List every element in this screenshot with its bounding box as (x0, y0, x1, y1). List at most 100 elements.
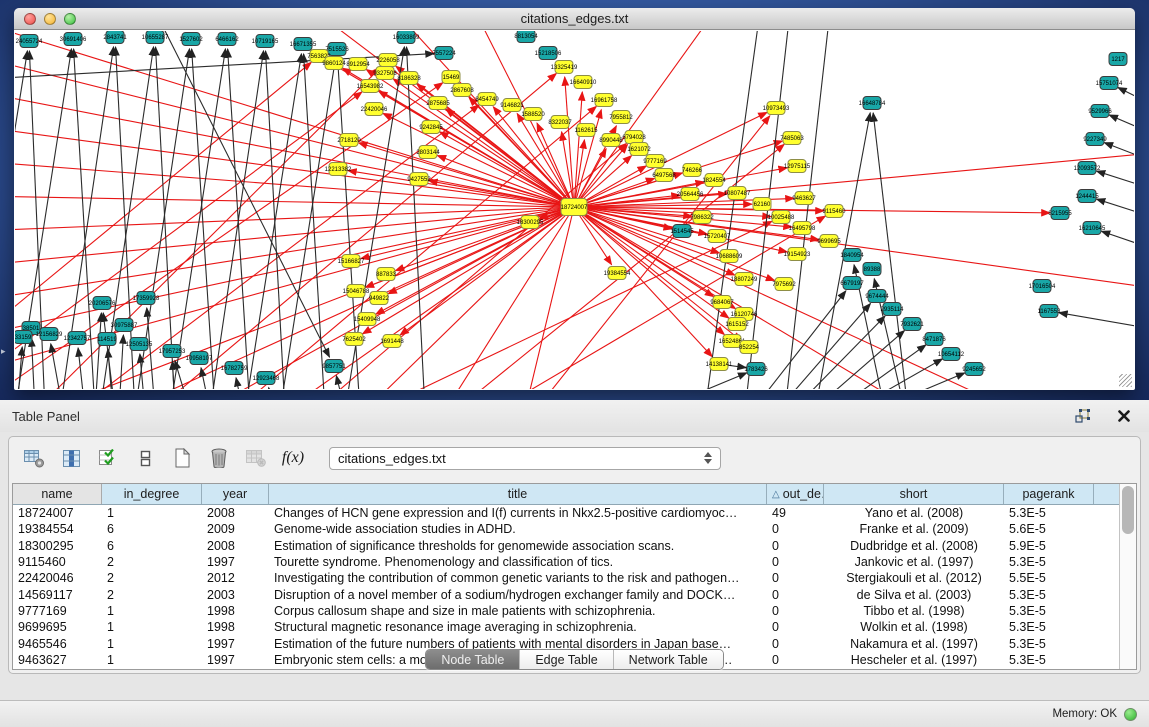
graph-node[interactable]: 2867608 (450, 84, 474, 97)
graph-edge[interactable] (1118, 87, 1134, 111)
graph-node[interactable]: 8912954 (346, 58, 370, 71)
network-canvas[interactable]: 2405572430691406284374110655287152760264… (15, 31, 1134, 389)
close-panel-button[interactable] (1111, 403, 1137, 429)
graph-node[interactable]: 9463627 (792, 192, 816, 205)
graph-node[interactable]: 949822 (369, 292, 390, 305)
graph-edge[interactable] (1101, 231, 1134, 253)
graph-node[interactable]: 16033809 (393, 31, 420, 44)
graph-node[interactable]: 10025488 (768, 211, 795, 224)
graph-node[interactable]: 12156829 (36, 328, 63, 341)
window-titlebar[interactable]: citations_edges.txt (14, 8, 1135, 30)
graph-node[interactable]: 114519 (97, 333, 117, 346)
graph-node[interactable]: 17016504 (1029, 280, 1056, 293)
graph-edge[interactable] (1097, 171, 1134, 193)
graph-node[interactable]: 10958107 (186, 352, 213, 365)
scrollbar-thumb[interactable] (1122, 486, 1134, 534)
graph-node[interactable]: 9777169 (643, 155, 667, 168)
graph-node[interactable]: 12213382 (325, 163, 352, 176)
graph-node[interactable]: 20206576 (89, 297, 116, 310)
graph-edge[interactable] (365, 207, 574, 389)
table-row[interactable]: 969969511998Structural magnetic resonanc… (13, 619, 1119, 635)
graph-edge[interactable] (15, 196, 574, 207)
graph-edge[interactable] (1109, 115, 1134, 139)
graph-node[interactable]: 1615152 (725, 318, 749, 331)
table-row[interactable]: 2242004622012Investigating the contribut… (13, 570, 1119, 586)
graph-node[interactable]: 30691406 (60, 33, 87, 46)
graph-node[interactable]: 9146821 (500, 99, 524, 112)
network-view-window[interactable]: citations_edges.txt 24055724306914062843… (14, 8, 1135, 390)
select-columns-button[interactable] (95, 445, 121, 471)
graph-node[interactable]: 15720407 (704, 230, 731, 243)
float-panel-button[interactable] (1069, 403, 1095, 429)
graph-node[interactable]: 2718120 (337, 134, 361, 147)
graph-node[interactable]: 1840954 (840, 249, 864, 262)
graph-edge[interactable] (245, 54, 301, 389)
graph-edge[interactable] (280, 59, 335, 389)
graph-node[interactable]: 15218506 (535, 47, 562, 60)
graph-node[interactable]: 16640910 (570, 76, 597, 89)
graph-node[interactable]: 2226058 (376, 54, 400, 67)
graph-node[interactable]: 13325419 (551, 61, 578, 74)
graph-node[interactable]: 8990448 (599, 134, 623, 147)
graph-edge[interactable] (172, 361, 175, 389)
graph-node[interactable]: 1217 (1109, 53, 1127, 66)
graph-node[interactable]: 2843741 (103, 31, 127, 44)
graph-edge[interactable] (78, 348, 85, 389)
graph-node[interactable]: 1167553 (1038, 305, 1062, 318)
graph-node[interactable]: 1783426 (744, 363, 768, 376)
table-row[interactable]: 1872400712008Changes of HCN gene express… (13, 505, 1119, 521)
graph-node[interactable]: 12975115 (784, 160, 811, 173)
graph-node[interactable]: 6497568 (652, 169, 676, 182)
graph-node[interactable]: 17359928 (133, 292, 160, 305)
graph-edge[interactable] (15, 161, 574, 207)
new-column-button[interactable] (169, 445, 195, 471)
stacked-cells-button[interactable] (132, 445, 158, 471)
graph-node[interactable]: 8813054 (514, 31, 538, 43)
graph-edge[interactable] (445, 207, 574, 389)
graph-edge[interactable] (235, 106, 596, 389)
close-button[interactable] (24, 13, 36, 25)
graph-node[interactable]: 1162615 (575, 124, 599, 137)
graph-node[interactable]: 1588520 (521, 108, 545, 121)
resize-grip[interactable] (1119, 374, 1132, 387)
delete-column-button[interactable] (206, 445, 232, 471)
tab-node-table[interactable]: Node Table (426, 650, 519, 669)
graph-node[interactable]: 33159 (15, 331, 32, 344)
graph-node[interactable]: 2875685 (426, 97, 450, 110)
graph-node[interactable]: 7485063 (780, 132, 804, 145)
graph-node[interactable]: 7625402 (342, 333, 366, 346)
graph-node[interactable]: 89388 (863, 263, 881, 276)
graph-edge[interactable] (1097, 199, 1134, 221)
graph-node[interactable]: 16961758 (591, 94, 618, 107)
column-header-out_degree[interactable]: △out_de… (767, 484, 824, 504)
table-row[interactable]: 1938455462009Genome-wide association stu… (13, 521, 1119, 537)
graph-node[interactable]: 6466162 (215, 33, 239, 46)
table-selector-dropdown[interactable]: citations_edges.txt (329, 447, 721, 470)
zoom-button[interactable] (64, 13, 76, 25)
graph-edge[interactable] (812, 331, 904, 389)
column-header-pagerank[interactable]: pagerank (1004, 484, 1094, 504)
graph-edge[interactable] (315, 144, 626, 389)
graph-edge[interactable] (31, 338, 35, 389)
graph-node[interactable]: 9529966 (1088, 105, 1112, 118)
graph-node[interactable]: 10688609 (716, 250, 743, 263)
graph-node[interactable]: 7932621 (900, 318, 924, 331)
graph-node[interactable]: 8454749 (475, 93, 499, 106)
graph-node[interactable]: 19384554 (604, 267, 631, 280)
table-row[interactable]: 977716911998Corpus callosum shape and si… (13, 603, 1119, 619)
network-svg[interactable]: 2405572430691406284374110655287152760264… (15, 31, 1134, 389)
graph-node[interactable]: 6794028 (622, 131, 646, 144)
graph-edge[interactable] (170, 49, 225, 389)
graph-node[interactable]: 12342757 (64, 332, 91, 345)
graph-edge[interactable] (565, 77, 574, 207)
graph-node[interactable]: 12923468 (253, 372, 280, 385)
vertical-scrollbar[interactable] (1119, 484, 1136, 669)
table-row[interactable]: 1830029562008Estimation of significance … (13, 538, 1119, 554)
graph-edge[interactable] (1104, 143, 1134, 166)
graph-node[interactable]: 62160 (753, 198, 771, 211)
graph-edge[interactable] (525, 207, 574, 389)
splitter-handle[interactable]: ▸ (1, 346, 6, 357)
graph-node[interactable]: 9857751 (322, 360, 346, 373)
graph-edge[interactable] (304, 54, 325, 389)
graph-edge[interactable] (495, 216, 825, 389)
